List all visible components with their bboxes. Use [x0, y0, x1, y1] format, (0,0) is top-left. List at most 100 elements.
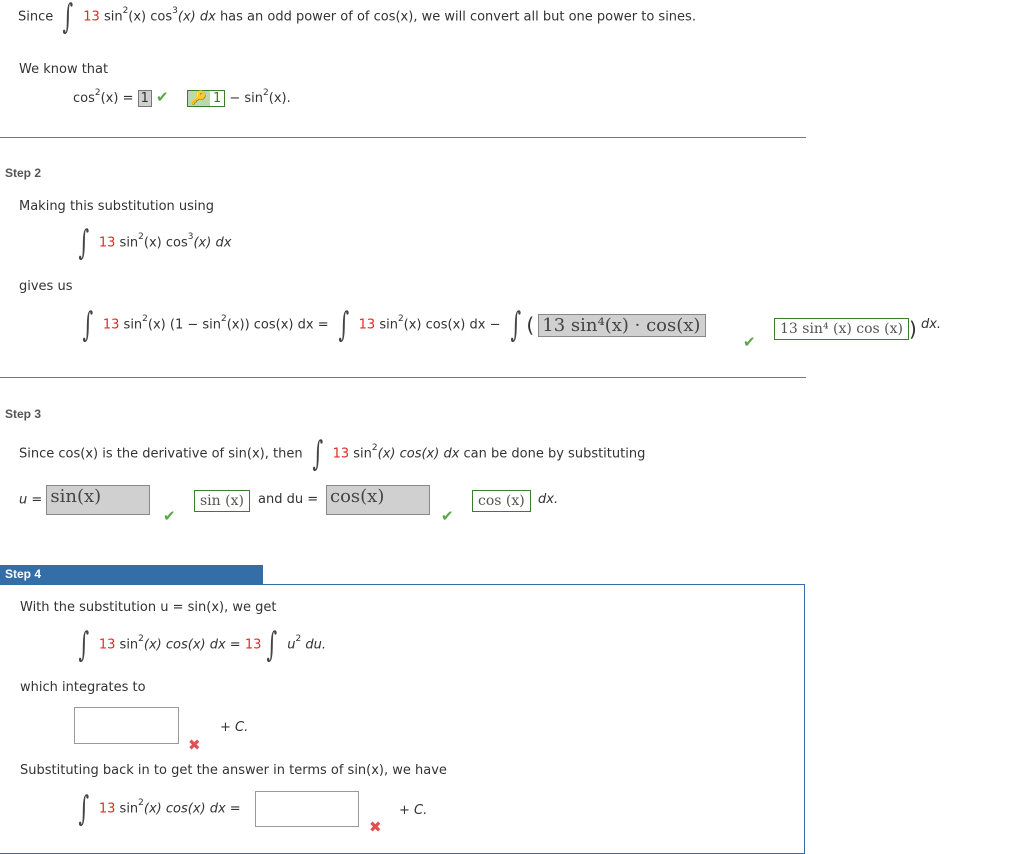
rhs-du: du. [305, 637, 326, 653]
open-paren: ( [526, 313, 535, 337]
coefficient: 13 [83, 9, 100, 25]
integral-sign-icon: ∫ [82, 305, 94, 345]
expr-cos-power: 3 [187, 232, 194, 243]
antiderivative-input[interactable] [74, 707, 179, 744]
answer-value: 1 [212, 91, 222, 106]
substituting-back-text: Substituting back in to get the answer i… [20, 763, 447, 778]
explanation-text: has an odd power of of cos(x), we will c… [219, 9, 696, 25]
step2-integral: ∫ 13 sin2(x) cos3(x) dx [73, 226, 232, 260]
du-answer-box: cos (x) [472, 490, 531, 512]
correct-answer-box: 13 sin⁴ (x) cos (x) [774, 318, 909, 340]
dx-text: dx. [920, 317, 942, 332]
u-entered-box[interactable]: sin(x) [46, 485, 151, 515]
entered-answer-box[interactable]: 13 sin⁴(x) · cos(x) [538, 313, 707, 337]
substitution-row: u = sin(x) [19, 485, 151, 515]
rhs-b: (x) cos(x) dx [403, 317, 486, 333]
expr-pow: 2 [138, 634, 144, 645]
rhs-pow: 2 [397, 314, 404, 325]
identity-rhs-tail: (x). [268, 91, 291, 106]
cos-power: 3 [172, 6, 178, 17]
gives-us-text: gives us [19, 279, 73, 294]
step1-intro: Since ∫ 13 sin2(x) cos3(x) dx has an odd… [18, 0, 696, 34]
u-answer-box: sin (x) [194, 490, 250, 512]
du-entered-box[interactable]: cos(x) [326, 485, 430, 515]
step2-label: Step 2 [5, 166, 42, 180]
final-pow: 2 [138, 798, 144, 809]
integral-sign-icon: ∫ [62, 0, 74, 37]
identity-lhs: cos [73, 91, 95, 106]
correct-check-icon: ✔ [163, 507, 176, 525]
we-know-text: We know that [19, 62, 109, 77]
entered-answer-box[interactable]: 1 [137, 90, 152, 107]
coefficient: 13 [98, 235, 116, 251]
since-text: Since cos(x) is the derivative of sin(x)… [19, 446, 303, 462]
divider [0, 137, 806, 138]
rhs-a: sin [379, 317, 398, 333]
sin-power: 2 [122, 6, 129, 17]
step3-intro: Since cos(x) is the derivative of sin(x)… [19, 437, 645, 471]
integral-sign-icon: ∫ [266, 625, 278, 665]
expr-b: (x) cos(x) dx = [143, 637, 241, 653]
incorrect-x-icon: ✖ [188, 736, 201, 754]
expr-a: sin [353, 446, 372, 462]
rhs-coefficient: 13 [358, 317, 376, 333]
lhs-b: (x) (1 − sin [147, 317, 221, 333]
since-text: Since [18, 9, 54, 25]
final-b: (x) cos(x) dx = [143, 801, 241, 817]
integrand-sin: sin [103, 9, 123, 25]
expr-sin: sin [119, 235, 139, 251]
final-equation: ∫ 13 sin2(x) cos(x) dx = [73, 792, 241, 826]
answer-key-box: 🔑 1 [186, 90, 226, 107]
key-icon: 🔑 [187, 91, 210, 106]
integral-sign-icon: ∫ [78, 789, 90, 829]
identity-rhs-power: 2 [263, 87, 269, 98]
incorrect-x-icon: ✖ [369, 818, 382, 836]
equals-sign: = [317, 317, 329, 333]
expr-a: sin [119, 637, 139, 653]
integral-sign-icon: ∫ [78, 625, 90, 665]
lhs-a: sin [123, 317, 143, 333]
step4-label: Step 4 [5, 567, 42, 581]
making-sub-text: Making this substitution using [19, 199, 215, 214]
u-equals-label: u = [19, 492, 43, 508]
identity-lhs-tail: (x) = [100, 91, 134, 106]
identity-row: cos2(x) = 1 ✔ 🔑 1 − sin2(x). [73, 88, 291, 107]
expr-pow: 2 [371, 443, 378, 454]
coefficient: 13 [98, 801, 116, 817]
step4-equation: ∫ 13 sin2(x) cos(x) dx = 13 ∫ u2 du. [73, 628, 326, 662]
expr-b: (x) cos(x) dx [377, 446, 460, 462]
dx-text: dx. [538, 492, 559, 507]
rhs-coefficient: 13 [244, 637, 262, 653]
expr-tail: (x) dx [193, 235, 232, 251]
integral-sign-icon: ∫ [338, 305, 349, 345]
integrand-tail: (x) dx [177, 9, 216, 25]
expr-cos: (x) cos [143, 235, 188, 251]
lhs-coefficient: 13 [102, 317, 120, 333]
du-row: and du = [258, 492, 318, 507]
integrand-cos: (x) cos [128, 9, 173, 25]
can-be-done-text: can be done by substituting [463, 446, 646, 462]
close-paren: ) [909, 317, 917, 341]
step4-header: Step 4 [0, 565, 263, 584]
identity-power: 2 [94, 87, 101, 98]
correct-answer-row: 13 sin⁴ (x) cos (x)) dx. [774, 317, 941, 341]
final-answer-input[interactable] [255, 791, 359, 827]
with-sub-text: With the substitution u = sin(x), we get [20, 600, 277, 615]
lhs-pow1: 2 [142, 314, 148, 325]
and-du-label: and du = [258, 492, 319, 507]
step3-label: Step 3 [5, 407, 42, 421]
integral-sign-icon: ∫ [312, 434, 323, 474]
rhs-u: u [287, 637, 296, 653]
identity-rhs: − sin [229, 91, 264, 106]
lhs-pow2: 2 [221, 314, 227, 325]
expr-sin-power: 2 [138, 232, 144, 243]
integral-sign-icon: ∫ [510, 305, 521, 345]
plus-c-text: + C. [220, 720, 249, 735]
rhs-pow: 2 [295, 634, 302, 645]
integrates-to-text: which integrates to [20, 680, 146, 695]
coefficient: 13 [332, 446, 350, 462]
coefficient: 13 [98, 637, 116, 653]
minus-sign: − [489, 317, 501, 333]
divider [0, 377, 806, 378]
correct-check-icon: ✔ [156, 88, 169, 106]
